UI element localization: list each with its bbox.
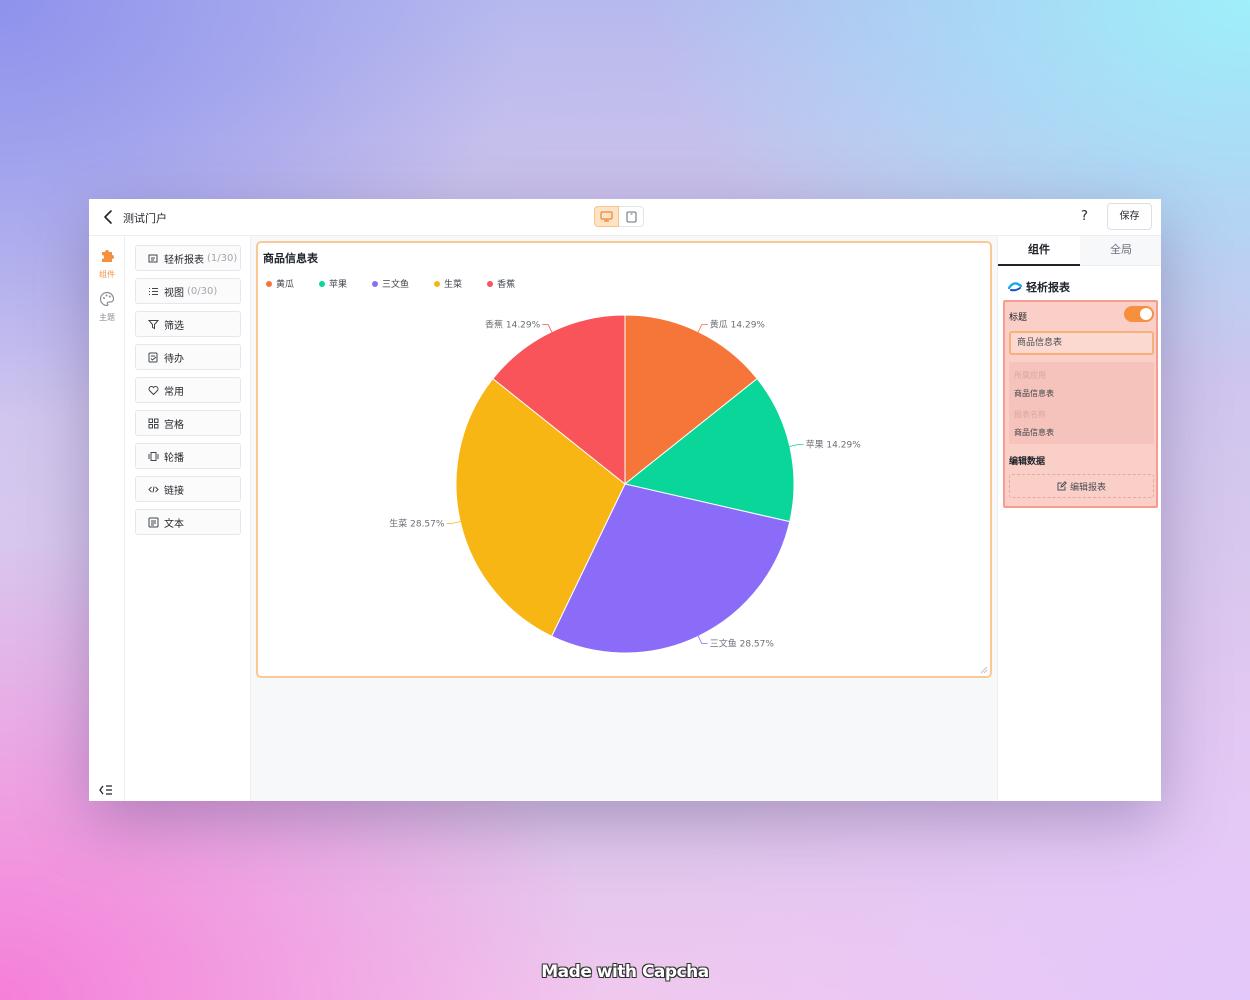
palette-item-label: 轻析报表	[164, 254, 204, 266]
rail-label-theme: 主题	[99, 313, 115, 322]
slice-label: 三文鱼 28.57%	[710, 637, 775, 649]
palette-item-label: 文本	[164, 518, 184, 530]
palette-item-link[interactable]: 链接	[135, 476, 241, 502]
edit-data-label: 编辑数据	[1009, 457, 1046, 467]
edit-icon	[1057, 481, 1067, 491]
palette-item-label: 待办	[164, 353, 184, 365]
palette-item-report[interactable]: 轻析报表 (1/30)	[135, 245, 241, 271]
grid-icon	[148, 418, 159, 428]
tab-global[interactable]: 全局	[1080, 236, 1161, 266]
code-icon	[148, 485, 159, 493]
component-palette: 轻析报表 (1/30) 视图 (0/30) 筛选 待办 常用 宫格 轮播 链接 …	[125, 236, 251, 801]
save-button[interactable]: 保存	[1107, 203, 1152, 230]
carousel-icon	[148, 451, 159, 461]
report-icon	[148, 254, 158, 262]
app-label: 所属应用	[1014, 371, 1046, 380]
edit-report-label: 编辑报表	[1069, 482, 1106, 493]
rail-label-components: 组件	[99, 270, 115, 279]
label-leader-line	[787, 444, 804, 448]
palette-item-label: 轮播	[164, 452, 184, 464]
rail-item-components[interactable]: 组件	[89, 248, 125, 280]
label-leader-line	[446, 520, 463, 524]
palette-item-todo[interactable]: 待办	[135, 344, 241, 370]
rail-item-theme[interactable]: 主题	[89, 291, 125, 323]
puzzle-icon	[102, 250, 114, 262]
slice-label: 苹果 14.29%	[806, 439, 862, 451]
help-button[interactable]: ?	[1081, 209, 1088, 224]
component-name: 轻析报表	[1026, 281, 1070, 294]
palette-item-text[interactable]: 文本	[135, 509, 241, 535]
title-toggle[interactable]	[1124, 306, 1154, 322]
palette-item-count: (1/30)	[207, 252, 238, 264]
report-name-value: 商品信息表	[1014, 428, 1054, 437]
title-label: 标题	[1009, 313, 1028, 323]
component-header: 轻析报表	[1008, 279, 1070, 295]
collapse-sidebar-icon[interactable]	[99, 784, 113, 796]
top-bar: 测试门户 ? 保存	[89, 199, 1161, 236]
palette-item-label: 链接	[164, 485, 184, 497]
slice-label: 黄瓜 14.29%	[710, 319, 766, 331]
report-info-box: 所属应用 商品信息表 报表名称 商品信息表	[1009, 362, 1154, 444]
palette-item-filter[interactable]: 筛选	[135, 311, 241, 337]
text-icon	[148, 517, 159, 527]
palette-item-label: 宫格	[164, 419, 184, 431]
app-value: 商品信息表	[1014, 389, 1054, 398]
left-rail: 组件 主题	[89, 236, 125, 801]
report-logo-icon	[1008, 282, 1022, 292]
back-arrow-icon[interactable]	[101, 209, 115, 225]
report-widget[interactable]: 商品信息表 黄瓜 苹果 三文鱼 生菜 香蕉 黄瓜 14.29% 苹果 14.29% 三文鱼 …	[256, 241, 992, 678]
palette-item-label: 筛选	[164, 320, 184, 332]
list-icon	[149, 287, 158, 295]
properties-panel: 组件 全局 轻析报表 标题 商品信息表 所属应用 商品信息表 报表名称 商品信息…	[997, 236, 1161, 801]
tablet-icon	[625, 210, 637, 223]
heart-icon	[148, 385, 159, 395]
app-title: 测试门户	[123, 212, 167, 225]
device-toggle	[594, 206, 644, 227]
palette-item-label: 视图	[164, 287, 184, 299]
app-window: 测试门户 ? 保存 组件 主题 轻析报表 (1/30) 视图 (0/30) 筛选…	[89, 199, 1161, 801]
palette-item-favorites[interactable]: 常用	[135, 377, 241, 403]
filter-icon	[148, 319, 159, 329]
report-name-label: 报表名称	[1014, 410, 1046, 419]
slice-label: 香蕉 14.29%	[485, 319, 541, 331]
resize-handle-icon[interactable]	[980, 666, 988, 674]
watermark: Made with Capcha	[541, 962, 709, 982]
monitor-icon	[600, 211, 613, 222]
title-input[interactable]: 商品信息表	[1009, 331, 1154, 355]
toggle-knob	[1140, 308, 1152, 320]
palette-item-label: 常用	[164, 386, 184, 398]
slice-label: 生菜 28.57%	[389, 517, 445, 529]
tab-component[interactable]: 组件	[998, 236, 1080, 266]
palette-item-carousel[interactable]: 轮播	[135, 443, 241, 469]
palette-icon	[99, 291, 115, 307]
title-settings-group: 标题 商品信息表 所属应用 商品信息表 报表名称 商品信息表 编辑数据 编辑报表	[1003, 300, 1158, 508]
mobile-view-button[interactable]	[619, 206, 644, 227]
todo-icon	[148, 352, 158, 362]
pie-chart: 黄瓜 14.29% 苹果 14.29% 三文鱼 28.57% 生菜 28.57% 香蕉 …	[389, 314, 862, 654]
desktop-view-button[interactable]	[594, 206, 619, 227]
palette-item-count: (0/30)	[187, 285, 218, 297]
palette-item-grid[interactable]: 宫格	[135, 410, 241, 436]
palette-item-view[interactable]: 视图 (0/30)	[135, 278, 241, 304]
edit-report-button[interactable]: 编辑报表	[1009, 474, 1154, 498]
